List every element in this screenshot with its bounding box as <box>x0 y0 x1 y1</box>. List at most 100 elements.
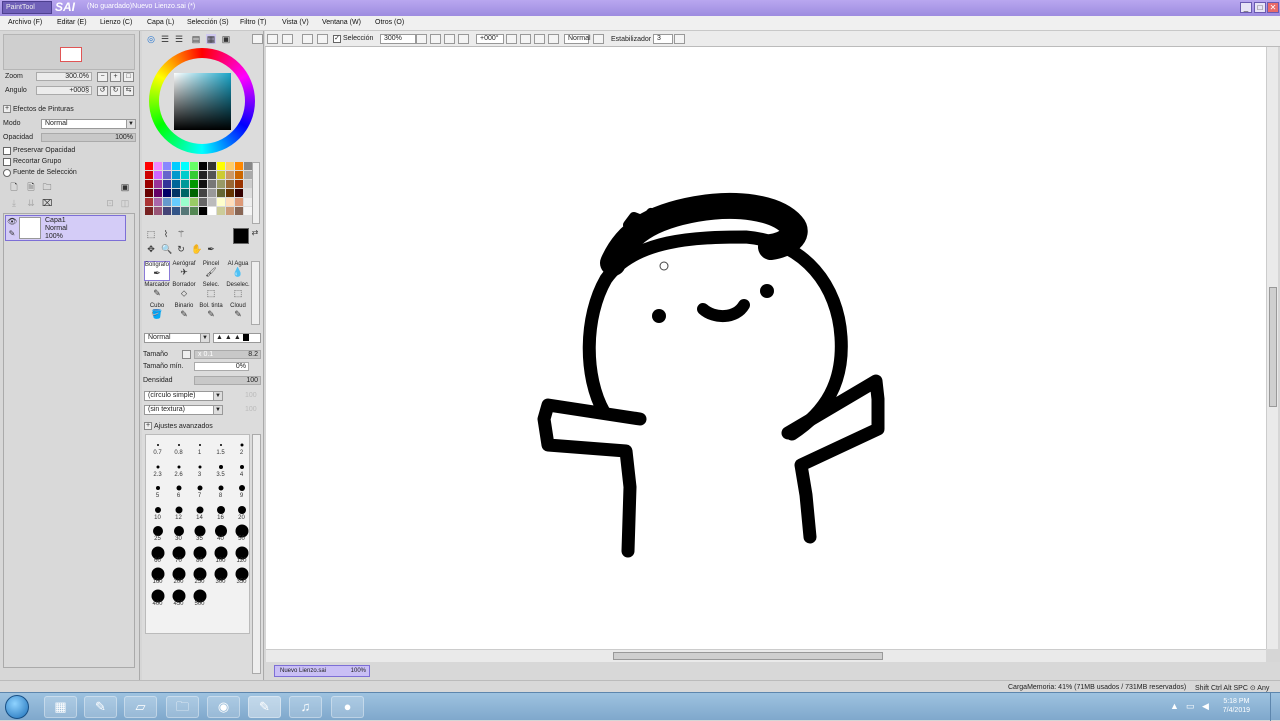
stabilizer-select[interactable]: 3 <box>653 34 673 44</box>
taskbar-app-1-icon[interactable]: ▦ <box>44 696 77 718</box>
presets-scrollbar[interactable] <box>252 434 261 674</box>
color-swatch[interactable] <box>235 171 243 179</box>
rotate-ccw-button[interactable] <box>520 34 531 44</box>
color-swatch[interactable] <box>154 162 162 170</box>
brush-size-preset[interactable]: 70 <box>168 544 189 565</box>
color-swatch[interactable] <box>163 171 171 179</box>
color-square[interactable] <box>174 73 231 130</box>
brush-size-preset[interactable]: 450 <box>168 587 189 608</box>
color-swatches[interactable] <box>145 162 252 224</box>
color-swatch[interactable] <box>190 189 198 197</box>
color-swatch[interactable] <box>190 171 198 179</box>
brush-size-preset[interactable]: 350 <box>231 565 252 586</box>
selection-source-radio[interactable] <box>3 169 11 177</box>
color-swatch[interactable] <box>172 171 180 179</box>
color-swatch[interactable] <box>145 189 153 197</box>
menu-filtro[interactable]: Filtro (T) <box>240 19 266 26</box>
brush-size-preset[interactable]: 250 <box>189 565 210 586</box>
color-swatch[interactable] <box>190 162 198 170</box>
brush-size-preset[interactable]: 12 <box>168 501 189 522</box>
color-swatch[interactable] <box>163 180 171 188</box>
brush-size-preset[interactable]: 5 <box>147 479 168 500</box>
brush-size-preset[interactable]: 25 <box>147 522 168 543</box>
color-swatch[interactable] <box>190 207 198 215</box>
color-swatch[interactable] <box>226 162 234 170</box>
color-swatch[interactable] <box>208 207 216 215</box>
minimize-button[interactable]: _ <box>1240 2 1252 13</box>
rotate-cw-button[interactable] <box>534 34 545 44</box>
reset-rotation-button[interactable] <box>548 34 559 44</box>
density-slider[interactable]: 100 <box>194 376 261 385</box>
deselect-button[interactable] <box>302 34 313 44</box>
swatches-scrollbar[interactable] <box>252 162 260 224</box>
brush-edge-selector[interactable]: ▲▲▲■ <box>213 333 261 343</box>
brush-size-preset[interactable]: 60 <box>147 544 168 565</box>
color-swatch[interactable] <box>163 189 171 197</box>
selection-checkbox[interactable]: ✓ <box>333 35 341 43</box>
zoom-select[interactable]: 300% <box>380 34 416 44</box>
brush-size-preset[interactable]: 1.5 <box>210 436 231 457</box>
move-icon[interactable]: ✥ <box>146 244 156 254</box>
brush-size-preset[interactable]: 7 <box>189 479 210 500</box>
rotate-icon[interactable]: ↻ <box>176 244 186 254</box>
brush-size-preset[interactable]: 0.8 <box>168 436 189 457</box>
brush-size-preset[interactable]: 20 <box>231 501 252 522</box>
maximize-button[interactable]: □ <box>1254 2 1266 13</box>
tools-scrollbar[interactable] <box>251 261 260 325</box>
color-swatch[interactable] <box>235 207 243 215</box>
color-swatch[interactable] <box>199 162 207 170</box>
color-swatch[interactable] <box>226 180 234 188</box>
close-button[interactable]: ✕ <box>1267 2 1279 13</box>
preserve-opacity-checkbox[interactable] <box>3 147 11 155</box>
color-swatch[interactable] <box>244 162 252 170</box>
angle-dropdown-button[interactable] <box>506 34 517 44</box>
color-swatch[interactable] <box>235 180 243 188</box>
tool-11[interactable]: Cloud ✎ <box>225 303 251 323</box>
color-swatch[interactable] <box>181 189 189 197</box>
color-swatch[interactable] <box>172 198 180 206</box>
color-swatch[interactable] <box>172 180 180 188</box>
color-swatch[interactable] <box>163 162 171 170</box>
horizontal-scroll-thumb[interactable] <box>613 652 883 660</box>
color-swatch[interactable] <box>208 189 216 197</box>
obs-taskbar-icon[interactable]: ● <box>331 696 364 718</box>
color-swatch[interactable] <box>235 198 243 206</box>
brush-size-preset[interactable]: 50 <box>231 522 252 543</box>
color-swatch[interactable] <box>181 180 189 188</box>
brush-size-preset[interactable]: 14 <box>189 501 210 522</box>
brush-size-preset[interactable]: 160 <box>147 565 168 586</box>
brush-size-preset[interactable]: 2.3 <box>147 458 168 479</box>
zoom-out-toolbar-button[interactable] <box>430 34 441 44</box>
undo-button[interactable] <box>267 34 278 44</box>
sai-active-taskbar-icon[interactable]: ✎ <box>248 696 281 718</box>
brush-size-preset[interactable]: 16 <box>210 501 231 522</box>
size-multiplier-button[interactable] <box>182 350 191 359</box>
canvas-horizontal-scrollbar[interactable] <box>266 649 1266 662</box>
color-swatch[interactable] <box>235 189 243 197</box>
brush-size-preset[interactable]: 40 <box>210 522 231 543</box>
color-swatch[interactable] <box>226 198 234 206</box>
color-swatch[interactable] <box>244 189 252 197</box>
zoom-fit-button[interactable] <box>458 34 469 44</box>
tool-7[interactable]: Deselec. ⬚ <box>225 282 251 302</box>
color-swatch[interactable] <box>208 198 216 206</box>
new-folder-icon[interactable]: 🗀 <box>42 182 52 192</box>
chrome-taskbar-icon[interactable]: ◉ <box>207 696 240 718</box>
brush-size-preset[interactable]: 9 <box>231 479 252 500</box>
brush-shape-select[interactable]: (círculo simple) ▼ <box>144 391 223 401</box>
color-swatch[interactable] <box>190 198 198 206</box>
color-swatch[interactable] <box>199 207 207 215</box>
eyedropper-icon[interactable]: ✒ <box>206 244 216 254</box>
color-swatch[interactable] <box>154 171 162 179</box>
brush-size-preset[interactable]: 120 <box>231 544 252 565</box>
sai-taskbar-icon[interactable]: ✎ <box>84 696 117 718</box>
tool-4[interactable]: Marcador ✎ <box>144 282 170 302</box>
canvas-vertical-scrollbar[interactable] <box>1266 47 1278 649</box>
color-swatch[interactable] <box>199 189 207 197</box>
min-size-slider[interactable]: 0% <box>194 362 249 371</box>
color-swatch[interactable] <box>145 171 153 179</box>
layer-mode-select[interactable]: Normal ▼ <box>41 119 136 129</box>
brush-size-preset[interactable]: 30 <box>168 522 189 543</box>
color-swatch[interactable] <box>145 180 153 188</box>
color-swatch[interactable] <box>208 162 216 170</box>
